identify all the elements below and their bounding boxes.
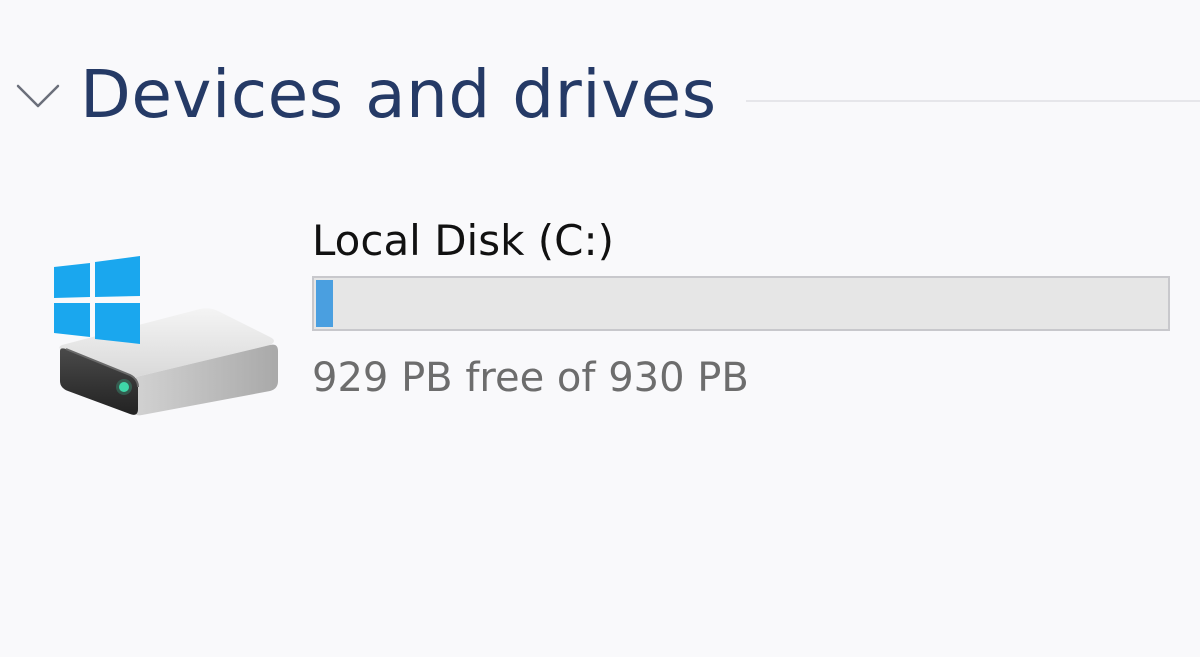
drive-free-space: 929 PB free of 930 PB [312, 355, 749, 401]
windows-hard-drive-icon [54, 256, 278, 416]
drive-name: Local Disk (C:) [312, 216, 615, 265]
drive-usage-bar [312, 276, 1170, 331]
chevron-down-icon[interactable] [14, 80, 62, 110]
section-divider [746, 100, 1200, 102]
windows-logo-icon [54, 256, 140, 344]
devices-and-drives-header[interactable]: Devices and drives [0, 40, 1200, 150]
drive-item-local-disk-c[interactable]: Local Disk (C:) 929 PB free of 930 PB [40, 205, 1185, 425]
section-title: Devices and drives [80, 56, 717, 133]
drive-usage-fill [316, 280, 333, 327]
